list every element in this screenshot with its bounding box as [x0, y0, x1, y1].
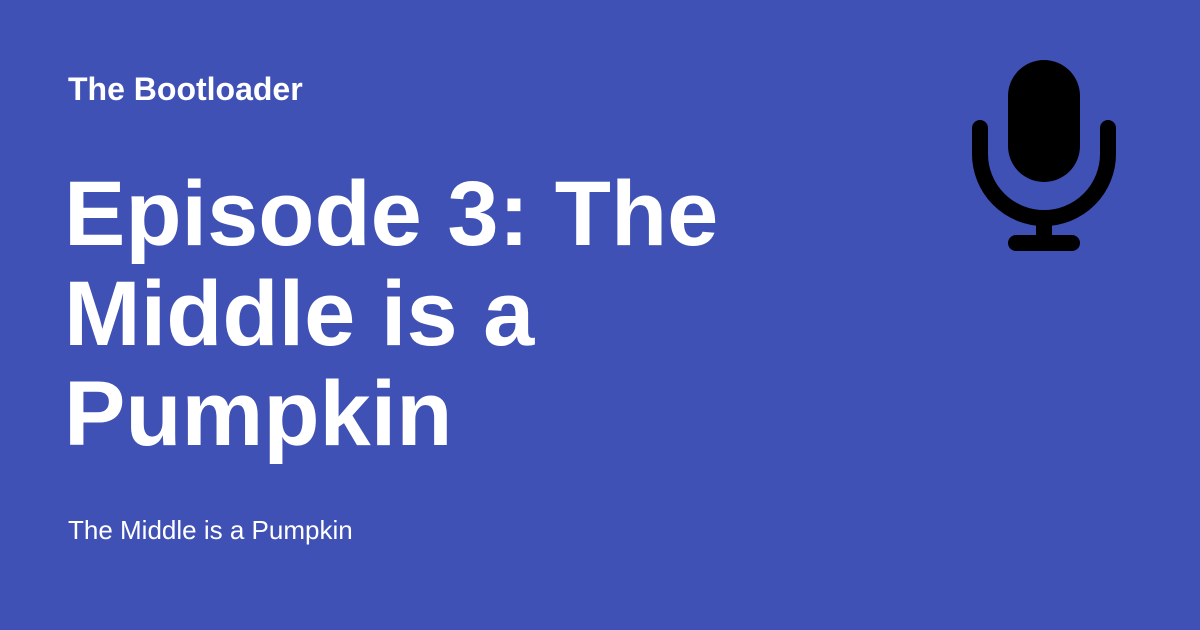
microphone-capsule	[1008, 60, 1080, 182]
episode-subtitle: The Middle is a Pumpkin	[68, 515, 353, 545]
episode-title: Episode 3: The Middle is a Pumpkin	[64, 163, 719, 465]
show-name: The Bootloader	[68, 71, 303, 107]
microphone-icon	[972, 60, 1116, 251]
podcast-episode-card: The Bootloader Episode 3: The Middle is …	[0, 0, 1200, 630]
